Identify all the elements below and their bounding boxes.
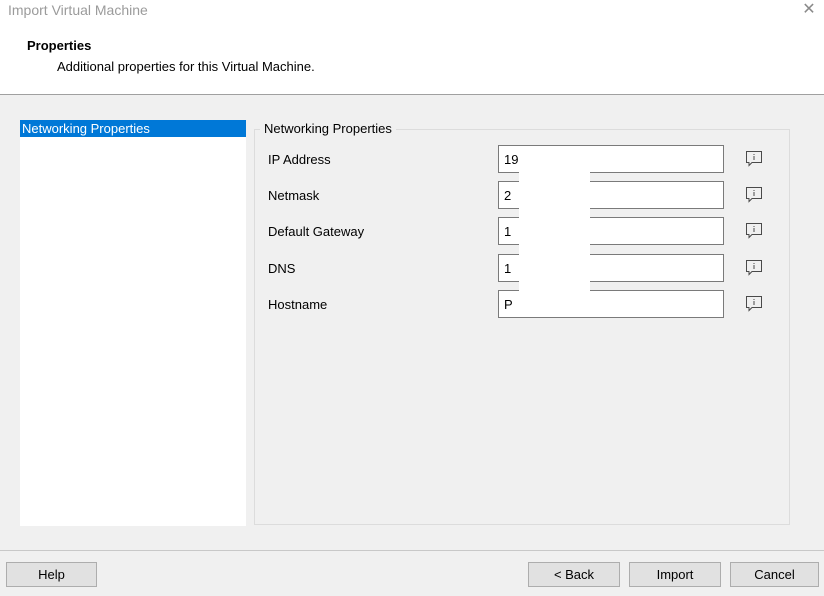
default-gateway-label: Default Gateway (268, 224, 365, 239)
back-button[interactable]: < Back (528, 562, 620, 587)
cancel-button[interactable]: Cancel (730, 562, 819, 587)
info-icon[interactable] (744, 294, 764, 314)
help-button[interactable]: Help (6, 562, 97, 587)
window-title: Import Virtual Machine (8, 2, 148, 18)
group-label: Networking Properties (260, 121, 396, 136)
ip-address-label: IP Address (268, 152, 331, 167)
page-subtitle: Additional properties for this Virtual M… (57, 59, 315, 74)
dns-label: DNS (268, 261, 296, 276)
import-button[interactable]: Import (629, 562, 721, 587)
netmask-label: Netmask (268, 188, 320, 203)
info-icon[interactable] (744, 221, 764, 241)
hostname-label: Hostname (268, 297, 328, 312)
info-icon[interactable] (744, 185, 764, 205)
redaction-block (519, 149, 590, 314)
category-list: Networking Properties (20, 120, 246, 526)
info-icon[interactable] (744, 258, 764, 278)
wizard-header: Properties Additional properties for thi… (0, 24, 824, 95)
page-title: Properties (27, 38, 92, 53)
close-button[interactable]: ✕ (798, 0, 820, 20)
category-item-networking-properties[interactable]: Networking Properties (20, 120, 246, 137)
info-icon[interactable] (744, 149, 764, 169)
footer-divider (0, 550, 824, 551)
title-bar: Import Virtual Machine ✕ (0, 0, 824, 24)
